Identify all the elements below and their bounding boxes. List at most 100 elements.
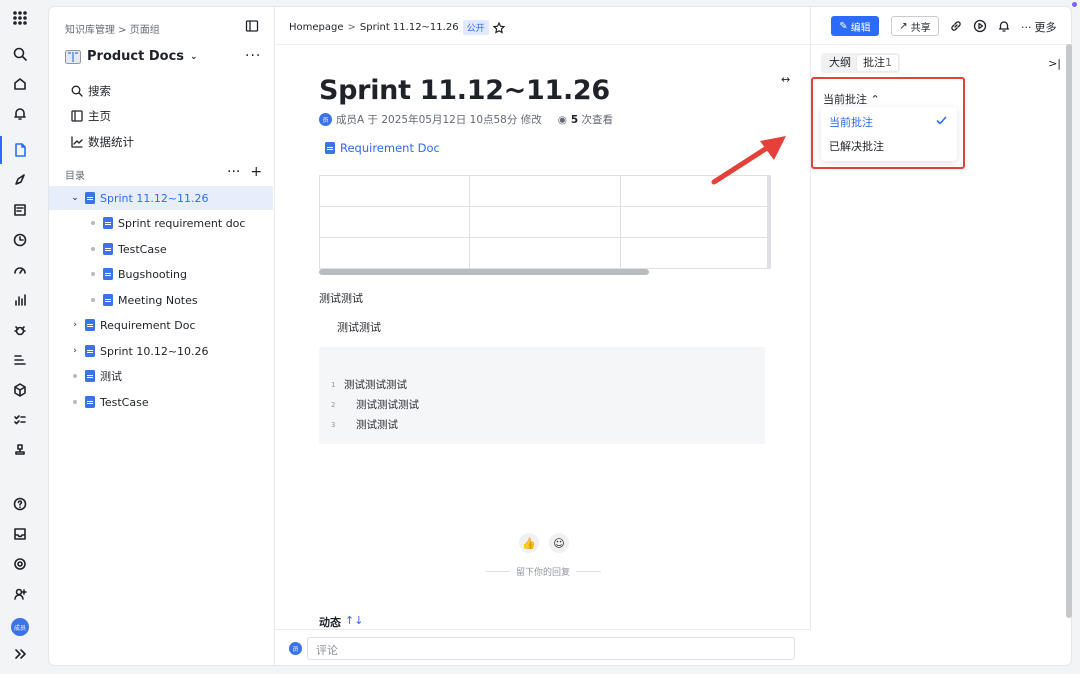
user-avatar[interactable]: 成员 (11, 618, 29, 636)
doc-icon (103, 217, 113, 229)
sidebar-item-stats[interactable]: 数据统计 (71, 134, 134, 150)
gauge-icon[interactable] (10, 260, 30, 280)
toc-add-icon[interactable]: + (250, 164, 262, 180)
doc-table[interactable] (318, 175, 772, 269)
inbox-icon[interactable] (10, 524, 30, 544)
stamp-icon[interactable] (10, 440, 30, 460)
chevron-right-icon[interactable]: › (69, 345, 81, 357)
doc-meta: 员 成员A 于 2025年05月12日 10点58分 修改 ◉ 5 次查看 (319, 112, 613, 127)
tree-item[interactable]: TestCase (49, 237, 273, 261)
tree-item[interactable]: Meeting Notes (49, 288, 273, 312)
tree-item[interactable]: 测试 (49, 364, 273, 388)
subscribe-bell-icon[interactable] (997, 19, 1011, 33)
bug-icon[interactable] (10, 320, 30, 340)
doc-icon (85, 396, 95, 408)
docs-icon[interactable] (0, 136, 30, 164)
panel-scrollbar[interactable] (1066, 44, 1072, 618)
clock-icon[interactable] (10, 230, 30, 250)
tab-comments[interactable]: 批注1 (857, 55, 898, 71)
share-button[interactable]: ↗ 共享 (891, 16, 939, 36)
home-icon[interactable] (10, 74, 30, 94)
tree-item-label: 测试 (100, 370, 122, 383)
modified-info: 成员A 于 2025年05月12日 10点58分 修改 (336, 114, 542, 126)
help-icon[interactable] (10, 494, 30, 514)
sidebar-item-label: 搜索 (88, 84, 111, 98)
bullet-dot-icon (87, 294, 99, 306)
rocket-icon[interactable] (10, 170, 30, 190)
bullet-dot-icon (69, 370, 81, 382)
link-icon[interactable] (949, 19, 963, 33)
code-text: 测试测试测试 (344, 379, 407, 391)
breadcrumb[interactable]: 知识库管理 > 页面组 (65, 21, 160, 36)
panel-tabs: 大纲 批注1 (821, 53, 900, 73)
tree-item-label: TestCase (100, 395, 149, 409)
add-member-icon[interactable] (10, 584, 30, 604)
collapse-panel-icon[interactable]: >| (1048, 57, 1061, 70)
menu-item-current[interactable]: 当前批注 (829, 114, 873, 130)
line-number: 2 (331, 400, 336, 409)
code-text: 测试测试 (356, 419, 398, 431)
comment-count: 1 (885, 56, 892, 69)
table-scrollbar[interactable] (319, 269, 649, 275)
filter-menu: 当前批注 已解决批注 (821, 107, 957, 161)
doc-icon (325, 142, 335, 154)
apps-grid-icon[interactable] (10, 8, 30, 28)
tree-item[interactable]: Sprint requirement doc (49, 211, 273, 235)
sidebar-item-home[interactable]: 主页 (71, 108, 111, 124)
list-sort-icon[interactable] (10, 350, 30, 370)
tab-outline[interactable]: 大纲 (823, 55, 857, 71)
bar-chart-icon[interactable] (10, 290, 30, 310)
sort-icon[interactable]: ↑↓ (345, 614, 363, 630)
tree-item-label: Requirement Doc (100, 318, 196, 332)
search-icon[interactable] (10, 44, 30, 64)
tree-item[interactable]: › Sprint 10.12~10.26 (49, 339, 273, 363)
share-button-label: 共享 (910, 22, 931, 34)
expand-rail-icon[interactable] (10, 644, 30, 664)
cube-icon[interactable] (10, 380, 30, 400)
home-page-icon (71, 110, 83, 122)
table-edge (767, 175, 771, 269)
tree-item[interactable]: ⌄ Sprint 11.12~11.26 (49, 186, 273, 210)
stats-icon (71, 136, 83, 148)
tree-item-label: Sprint 11.12~11.26 (100, 191, 209, 205)
tree-item-label: Sprint 10.12~10.26 (100, 344, 209, 358)
bell-icon[interactable] (10, 104, 30, 124)
author-avatar[interactable]: 员 (319, 113, 332, 126)
add-emoji-icon[interactable]: ☺ (549, 533, 569, 553)
toc-more-icon[interactable]: ··· (227, 164, 240, 180)
tree-item[interactable]: TestCase (49, 390, 273, 414)
requirement-doc-link[interactable]: Requirement Doc (325, 141, 440, 155)
eye-icon: ◉ (557, 113, 567, 126)
notes-icon[interactable] (10, 200, 30, 220)
present-icon[interactable] (973, 19, 987, 33)
task-list-icon[interactable] (10, 410, 30, 430)
chevron-right-icon[interactable]: › (69, 319, 81, 331)
chevron-down-icon: ⌄ (190, 51, 198, 62)
code-block[interactable]: 1 测试测试测试 2 测试测试测试 3 测试测试 (319, 347, 765, 444)
tree-item[interactable]: › Requirement Doc (49, 313, 273, 337)
bullet-dot-icon (87, 243, 99, 255)
red-arrow-annotation (711, 136, 786, 185)
sidebar-toggle-icon[interactable] (245, 19, 259, 33)
space-more-icon[interactable]: ··· (245, 48, 261, 64)
more-button[interactable]: ··· 更多 (1021, 19, 1057, 35)
menu-item-resolved[interactable]: 已解决批注 (829, 138, 884, 154)
link-label: Requirement Doc (340, 141, 440, 155)
code-line: 2 测试测试测试 (331, 397, 419, 412)
comment-input[interactable]: 评论 (307, 637, 795, 660)
edit-button-label: 编辑 (850, 22, 871, 34)
bullet-dot-icon (87, 268, 99, 280)
space-selector[interactable]: Product Docs ⌄ (65, 49, 198, 64)
bullet-dot-icon (69, 396, 81, 408)
comment-filter-dropdown[interactable]: 当前批注 ⌃ (823, 91, 880, 107)
width-toggle-icon[interactable]: ↔ (781, 73, 790, 86)
settings-gear-icon[interactable] (10, 554, 30, 574)
edit-button[interactable]: ✎ 编辑 (831, 16, 879, 36)
thumbs-up-icon[interactable]: 👍 (519, 533, 539, 553)
reply-hint-text: 留下你的回复 (516, 568, 571, 578)
sidebar-item-search[interactable]: 搜索 (71, 83, 111, 99)
chevron-down-icon[interactable]: ⌄ (69, 192, 81, 204)
tree-item[interactable]: Bugshooting (49, 262, 273, 286)
workspace-panel: 知识库管理 > 页面组 Product Docs ⌄ ··· 搜索 主页 数据统… (48, 6, 1072, 666)
toc-actions: ··· + (227, 164, 262, 180)
